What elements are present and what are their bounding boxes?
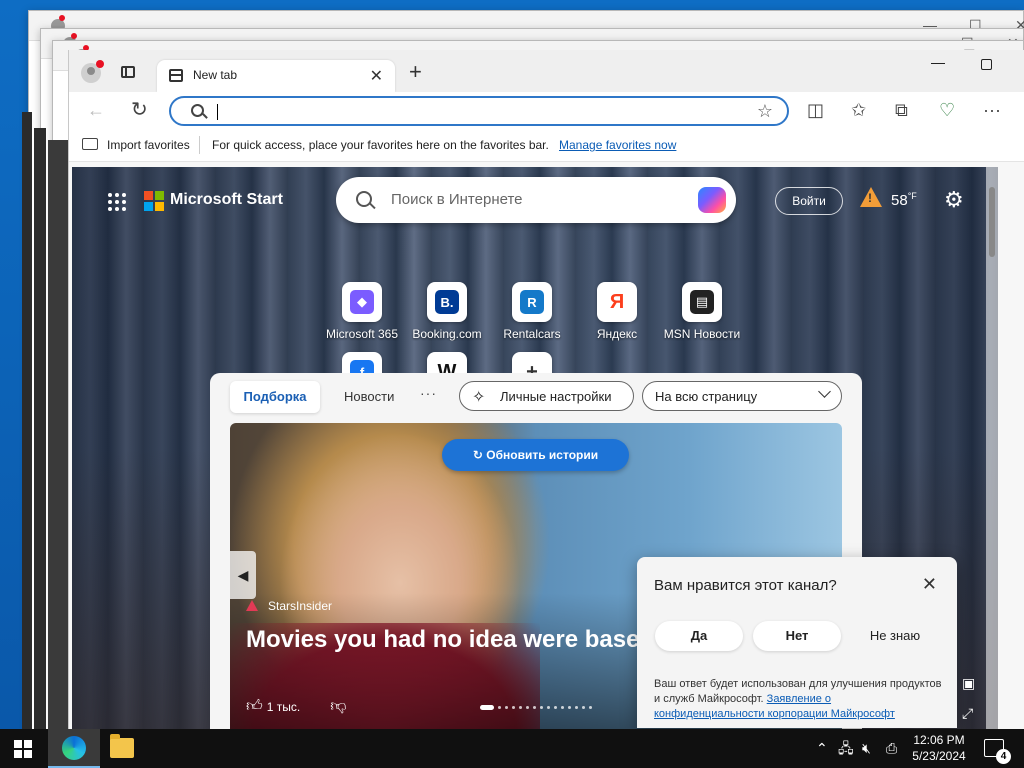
like-icon: 👍︎ (246, 698, 263, 715)
page-settings-gear-icon[interactable]: ⚙ (944, 189, 964, 211)
tab-top-stories[interactable]: Подборка (230, 381, 320, 413)
tab-actions-icon[interactable] (121, 66, 135, 78)
close-icon[interactable]: ✕ (922, 574, 937, 595)
no-button[interactable]: Нет (753, 621, 841, 651)
refresh-icon[interactable]: ↻ (131, 100, 148, 120)
quick-link-tile[interactable]: Я Яндекс (577, 282, 657, 341)
tab-title: New tab (193, 68, 238, 82)
quick-link-tile[interactable]: ▤ MSN Новости (662, 282, 742, 341)
minimize-button[interactable] (931, 56, 945, 70)
layout-select[interactable]: На всю страницу (642, 381, 842, 411)
feedback-popup: Вам нравится этот канал? ✕ Да Нет Не зна… (637, 557, 957, 728)
carousel-dots[interactable] (480, 705, 592, 710)
search-icon (356, 191, 372, 207)
title-bar: New tab ✕ + (69, 50, 1024, 92)
profile-icon[interactable] (81, 60, 104, 83)
dont-know-button[interactable]: Не знаю (851, 621, 939, 651)
background-window-edge (34, 128, 46, 729)
quick-link-label: Booking.com (412, 327, 482, 341)
quick-link-tile[interactable]: R Rentalcars (492, 282, 572, 341)
taskbar-edge-button[interactable] (48, 729, 100, 768)
yes-button[interactable]: Да (655, 621, 743, 651)
browser-essentials-icon[interactable]: ♡ (939, 100, 955, 120)
volume-muted-icon[interactable]: 🔇︎ (862, 740, 871, 756)
image-info-icon[interactable]: ▣ (962, 675, 975, 692)
personalize-star-icon: ✧ (472, 389, 486, 406)
search-icon (191, 104, 204, 117)
more-tabs-button[interactable]: ··· (420, 385, 437, 401)
copilot-icon[interactable] (698, 187, 726, 213)
quick-link-icon: R (512, 282, 552, 322)
add-favorite-star-icon[interactable]: ☆ (757, 101, 773, 122)
scrollbar[interactable] (986, 167, 998, 729)
file-explorer-icon[interactable] (110, 734, 134, 758)
new-tab-button[interactable]: + (409, 61, 422, 83)
weather-alert-icon[interactable] (860, 187, 882, 209)
brand-name[interactable]: Microsoft Start (170, 191, 283, 209)
import-favorites-button[interactable]: Import favorites (107, 138, 190, 152)
refresh-stories-button[interactable]: ↻ Обновить истории (442, 439, 629, 471)
source-logo-icon (246, 600, 258, 611)
manage-favorites-link[interactable]: Manage favorites now (559, 138, 676, 152)
collections-icon[interactable]: ⧉ (895, 100, 908, 120)
text-caret (217, 104, 218, 120)
favorites-bar-message: For quick access, place your favorites h… (212, 138, 549, 152)
address-bar[interactable]: ☆ (169, 96, 789, 126)
clock[interactable]: 12:06 PM 5/23/2024 (900, 732, 978, 764)
address-input[interactable] (215, 102, 735, 120)
background-window-edge (48, 140, 68, 729)
start-button[interactable] (14, 740, 32, 758)
microsoft-logo-icon (144, 191, 164, 211)
favorites-icon[interactable]: ✩ (851, 100, 866, 120)
story-reactions[interactable]: 👍︎ 1 тыс. 👎︎ (246, 697, 346, 716)
taskbar: ⌃ 🖧︎ 🔇︎ ⎙ 12:06 PM 5/23/2024 4 (0, 729, 1024, 768)
language-icon[interactable]: ⎙ (886, 740, 897, 756)
story-source[interactable]: StarsInsider (246, 599, 332, 613)
quick-link-icon: ◆ (342, 282, 382, 322)
quick-link-label: Microsoft 365 (325, 327, 399, 341)
maximize-button[interactable] (981, 59, 992, 70)
quick-link-icon: Я (597, 282, 637, 322)
tab-news[interactable]: Новости (344, 389, 394, 404)
privacy-note: Ваш ответ будет использован для улучшени… (654, 678, 942, 720)
tab-new-tab[interactable]: New tab ✕ (157, 60, 395, 92)
quick-link-icon: B. (427, 282, 467, 322)
dislike-icon: 👎︎ (330, 698, 347, 715)
sign-in-button[interactable]: Войти (775, 187, 843, 215)
quick-link-tile[interactable]: ◆ Microsoft 365 (322, 282, 402, 341)
app-launcher-icon[interactable] (108, 193, 126, 211)
edge-icon (62, 736, 86, 760)
expand-icon[interactable]: ⤢ (962, 705, 973, 722)
network-icon[interactable]: 🖧︎ (838, 740, 854, 756)
notification-center-icon[interactable]: 4 (984, 739, 1011, 764)
temperature[interactable]: 58°F (891, 191, 917, 209)
toolbar: ← ↻ ☆ ◫ ✩ ⧉ ♡ ··· (69, 92, 1024, 128)
close-tab-icon[interactable]: ✕ (370, 66, 383, 86)
quick-link-icon: ▤ (682, 282, 722, 322)
personalize-button[interactable]: ✧ Личные настройки (459, 381, 634, 411)
search-placeholder: Поиск в Интернете (391, 191, 523, 208)
scrollbar-thumb[interactable] (989, 187, 995, 257)
new-tab-page-icon (169, 69, 183, 82)
quick-link-label: Rentalcars (503, 327, 561, 341)
show-hidden-icons-chevron-up-icon[interactable]: ⌃ (816, 740, 828, 756)
favorites-bar: Import favorites For quick access, place… (69, 128, 1024, 162)
quick-link-label: MSN Новости (663, 327, 741, 341)
settings-more-icon[interactable]: ··· (983, 100, 1001, 120)
folder-icon (82, 138, 98, 150)
previous-story-button[interactable]: ◀ (230, 551, 256, 599)
feedback-question: Вам нравится этот канал? (654, 577, 837, 594)
back-arrow-icon[interactable]: ← (87, 100, 105, 120)
chevron-down-icon (818, 385, 831, 398)
background-window-edge (22, 112, 32, 729)
divider (199, 136, 200, 154)
web-search-box[interactable]: Поиск в Интернете (336, 177, 736, 223)
quick-link-label: Яндекс (596, 327, 638, 341)
quick-link-tile[interactable]: B. Booking.com (407, 282, 487, 341)
split-screen-icon[interactable]: ◫ (807, 100, 824, 120)
